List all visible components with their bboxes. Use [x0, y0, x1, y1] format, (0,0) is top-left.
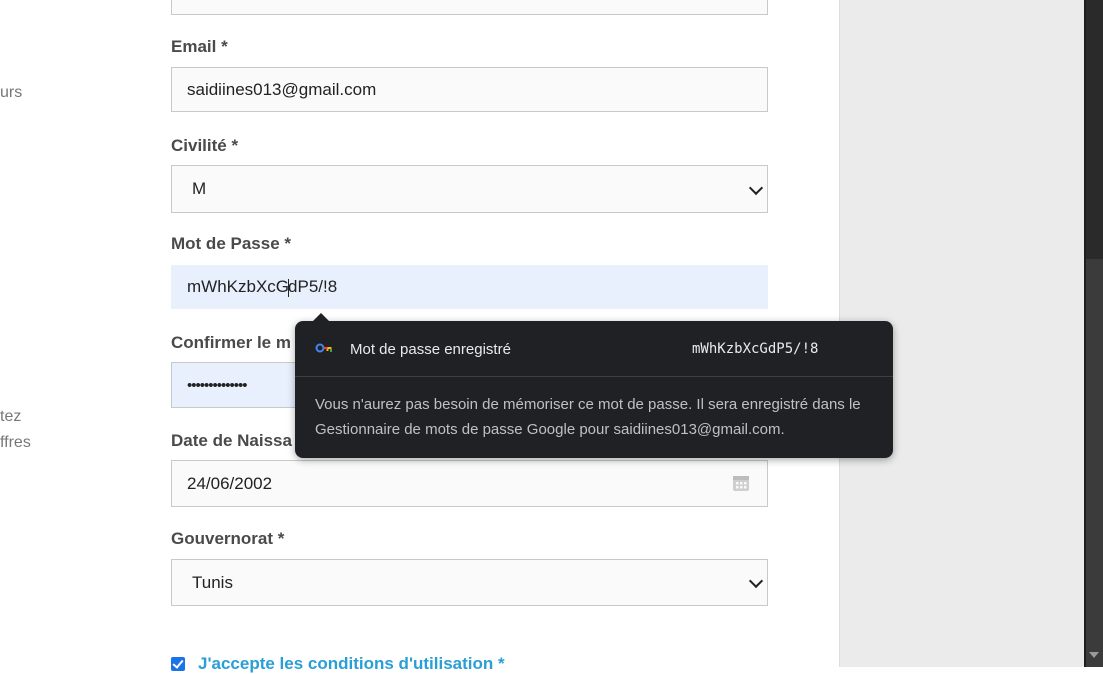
page-scrollbar[interactable]	[1084, 0, 1103, 667]
scrollbar-thumb[interactable]	[1086, 0, 1103, 259]
terms-checkbox[interactable]	[171, 657, 185, 671]
popup-divider	[295, 376, 893, 377]
email-label: Email *	[171, 37, 228, 56]
gouvernorat-value: Tunis	[192, 572, 233, 592]
chevron-down-icon	[748, 180, 764, 196]
scroll-down-arrow-icon[interactable]	[1089, 652, 1099, 658]
terms-link[interactable]: J'accepte les conditions d'utilisation *	[198, 654, 505, 674]
calendar-icon[interactable]	[732, 474, 750, 492]
password-field[interactable]: mWhKzbXcGdP5/!8	[171, 265, 768, 309]
popup-title: Mot de passe enregistré	[350, 341, 511, 358]
birthdate-field[interactable]: 24/06/2002	[171, 460, 768, 507]
side-text-3: ffres	[0, 434, 31, 451]
chevron-down-icon	[748, 573, 764, 589]
password-label: Mot de Passe *	[171, 234, 291, 253]
civilite-select[interactable]: M	[171, 165, 768, 213]
side-text-2: tez	[0, 408, 22, 425]
key-icon	[315, 343, 332, 353]
civilite-label: Civilité *	[171, 136, 239, 155]
popup-description: Vous n'aurez pas besoin de mémoriser ce …	[315, 396, 861, 438]
birthdate-value: 24/06/2002	[187, 473, 273, 493]
scrollbar-track[interactable]	[1086, 259, 1103, 667]
civilite-value: M	[192, 179, 207, 198]
confirm-password-label: Confirmer le m	[171, 333, 291, 352]
popup-pointer	[312, 313, 330, 322]
password-value: mWhKzbXcGdP5/!8	[187, 277, 338, 297]
gouvernorat-label: Gouvernorat *	[171, 529, 285, 548]
gouvernorat-select[interactable]: Tunis	[171, 559, 768, 606]
birthdate-label: Date de Naissa	[171, 431, 292, 450]
email-field[interactable]: saidiines013@gmail.com	[171, 67, 768, 112]
confirm-password-value: ••••••••••••••	[187, 376, 248, 394]
password-saved-popup: Mot de passe enregistré mWhKzbXcGdP5/!8 …	[295, 313, 893, 458]
popup-saved-password: mWhKzbXcGdP5/!8	[692, 341, 819, 357]
email-value: saidiines013@gmail.com	[187, 79, 377, 99]
side-text-1: urs	[0, 84, 23, 101]
previous-field[interactable]	[171, 0, 768, 15]
